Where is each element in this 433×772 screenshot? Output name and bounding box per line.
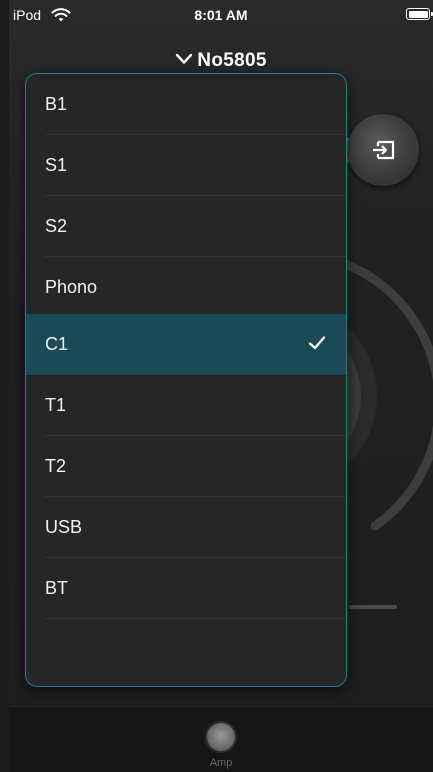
source-option-t1[interactable]: T1 [26, 375, 346, 436]
source-option-phono[interactable]: Phono [26, 257, 346, 318]
source-dropdown: B1 S1 S2 Phono C1 T1 T2 USB BT [25, 73, 347, 687]
source-option-label: T2 [45, 456, 67, 476]
source-option-label: T1 [45, 395, 67, 415]
source-option-label: BT [45, 578, 69, 598]
tab-bar: Amp [9, 706, 433, 772]
chevron-down-icon [176, 53, 193, 64]
device-name: No5805 [197, 50, 267, 71]
checkmark-icon [308, 336, 326, 350]
amp-tab-icon [207, 723, 235, 751]
source-option-c1[interactable]: C1 [26, 314, 346, 375]
source-option-usb[interactable]: USB [26, 497, 346, 558]
balance-slider[interactable] [349, 605, 397, 609]
source-option-t2[interactable]: T2 [26, 436, 346, 497]
battery-icon [406, 8, 433, 20]
source-option-label: C1 [45, 334, 69, 354]
source-option-label: S2 [45, 216, 68, 236]
source-option-label: B1 [45, 94, 68, 114]
status-bar: iPod 8:01 AM [9, 0, 433, 40]
device-selector[interactable]: No5805 [9, 50, 433, 72]
source-option-b1[interactable]: B1 [26, 74, 346, 135]
status-time: 8:01 AM [194, 7, 248, 23]
tab-amp-label: Amp [209, 757, 233, 769]
input-select-button[interactable] [347, 114, 419, 186]
divider [45, 618, 346, 619]
source-option-bt[interactable]: BT [26, 558, 346, 619]
source-option-label: Phono [45, 277, 98, 297]
source-option-label: S1 [45, 155, 68, 175]
source-option-s2[interactable]: S2 [26, 196, 346, 257]
source-option-label: USB [45, 517, 83, 537]
source-option-s1[interactable]: S1 [26, 135, 346, 196]
tab-amp[interactable]: Amp [201, 717, 241, 772]
app-screen: iPod 8:01 AM No5805 B1 S1 S2 Phono C1 T1… [9, 0, 433, 772]
input-switch-icon [373, 140, 395, 160]
